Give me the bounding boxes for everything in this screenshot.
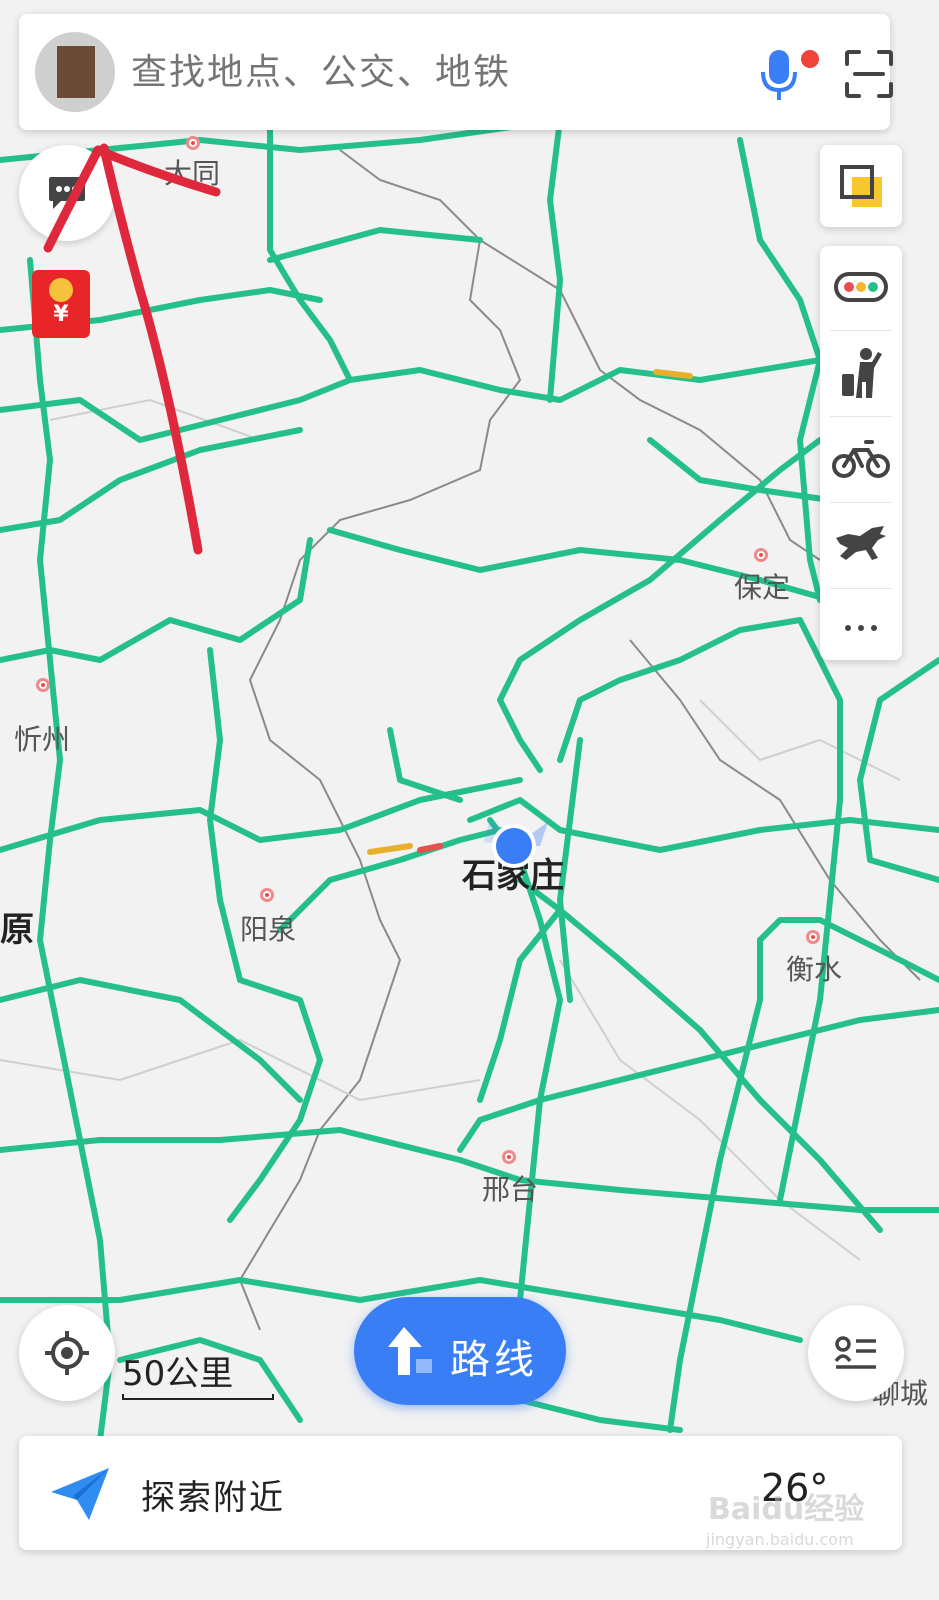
city-dot-datong — [186, 136, 200, 150]
city-label-xinzhou[interactable]: 忻州 — [14, 718, 70, 758]
locate-icon — [45, 1331, 89, 1375]
city-label-baoding[interactable]: 保定 — [734, 566, 790, 606]
city-dot-xinzhou — [36, 678, 50, 692]
divider — [830, 416, 892, 417]
microphone-icon[interactable] — [751, 42, 807, 106]
traffic-button[interactable] — [820, 246, 902, 328]
red-packet-icon[interactable]: ¥ — [32, 270, 90, 338]
paper-plane-icon — [51, 1468, 109, 1520]
explore-label: 探索附近 — [141, 1478, 285, 1518]
navigation-person-icon — [842, 348, 882, 398]
navigation-person-button[interactable] — [820, 332, 902, 414]
city-label-datong[interactable]: 大同 — [164, 152, 220, 192]
layers-icon — [840, 165, 882, 207]
horse-icon — [836, 526, 886, 560]
layers-button[interactable] — [820, 145, 902, 227]
traffic-accents — [367, 369, 693, 855]
watermark-url: jingyan.baidu.com — [706, 1530, 854, 1549]
city-dot-yangquan — [260, 888, 274, 902]
current-location-marker — [484, 818, 548, 868]
more-icon — [845, 625, 877, 631]
notification-dot — [801, 50, 819, 68]
watermark-brand: Baidu经验 — [708, 1492, 865, 1527]
divider — [830, 330, 892, 331]
city-label-hengshui[interactable]: 衡水 — [786, 948, 842, 988]
avatar-image — [57, 46, 95, 98]
route-button[interactable]: 路线 — [354, 1297, 566, 1405]
city-label-yangquan[interactable]: 阳泉 — [240, 908, 296, 948]
horse-button[interactable] — [820, 504, 902, 586]
message-icon — [49, 177, 85, 209]
search-bar[interactable] — [19, 14, 893, 130]
baidu-watermark: Baidu经验 jingyan.baidu.com — [700, 1466, 880, 1566]
route-label: 路线 — [450, 1337, 538, 1383]
bike-icon — [832, 440, 890, 478]
avatar[interactable] — [35, 32, 115, 112]
city-label-taiyuan[interactable]: 原 — [0, 902, 34, 951]
scan-icon[interactable] — [843, 48, 895, 100]
traffic-light-icon — [834, 272, 888, 302]
city-dot-baoding — [754, 548, 768, 562]
bike-button[interactable] — [820, 418, 902, 500]
more-button[interactable] — [820, 590, 902, 672]
divider — [830, 502, 892, 503]
message-button[interactable] — [19, 145, 115, 241]
scale-bar — [122, 1394, 274, 1400]
city-label-xingtai[interactable]: 邢台 — [482, 1168, 538, 1208]
locate-button[interactable] — [19, 1305, 115, 1401]
city-dot-xingtai — [502, 1150, 516, 1164]
list-icon — [834, 1336, 876, 1369]
map-scale: 50公里 — [122, 1346, 274, 1400]
search-input[interactable] — [131, 36, 731, 108]
scale-label: 50公里 — [122, 1354, 234, 1394]
city-dot-hengshui — [806, 930, 820, 944]
divider — [830, 588, 892, 589]
route-arrow-icon — [388, 1327, 432, 1375]
side-tool-panel — [820, 246, 902, 660]
red-packet-coin — [49, 278, 73, 302]
list-button[interactable] — [808, 1305, 904, 1401]
red-packet-symbol: ¥ — [53, 302, 69, 327]
highway-network — [0, 117, 939, 1443]
